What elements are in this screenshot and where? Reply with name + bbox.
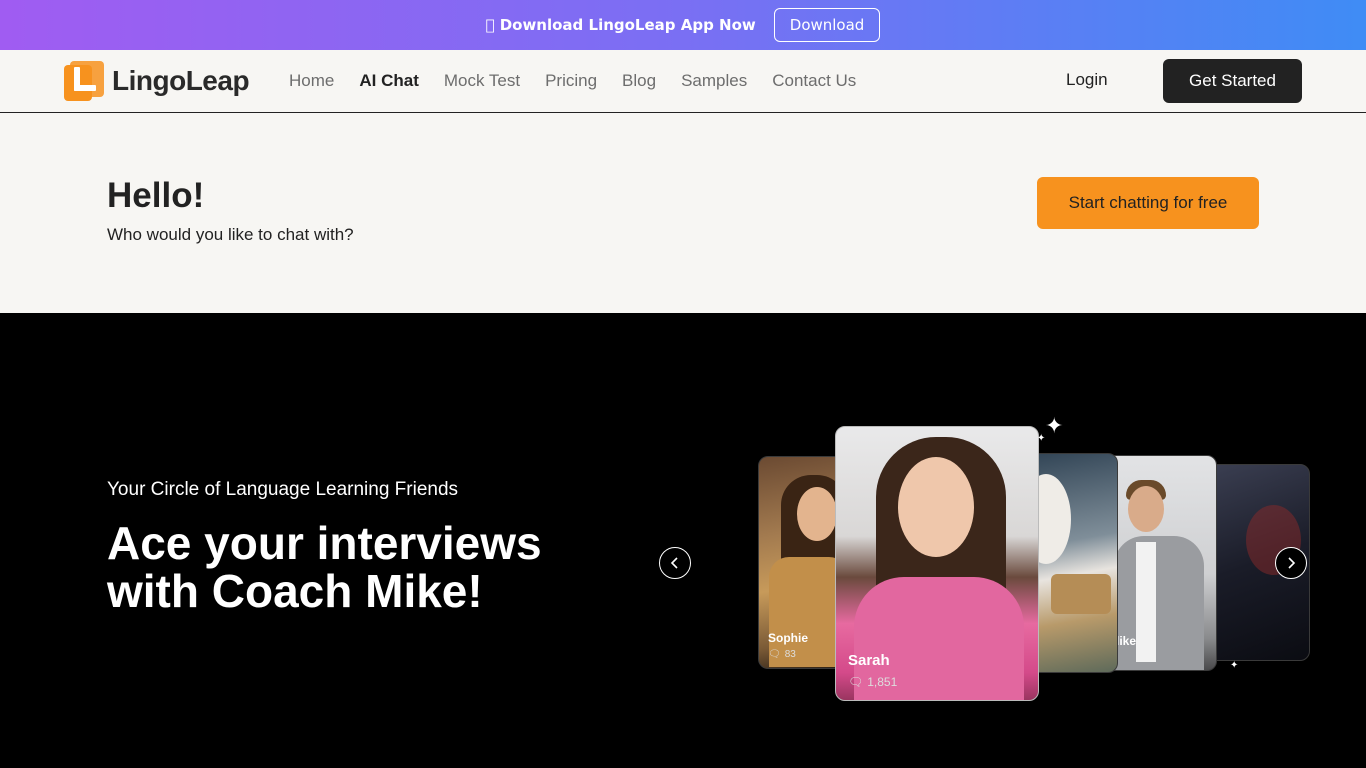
logo-icon	[64, 61, 104, 101]
hero-title: Ace your interviews with Coach Mike!	[107, 517, 542, 617]
banner-message:  Download LingoLeap App Now	[486, 16, 756, 34]
character-card-mike[interactable]: like	[1105, 455, 1217, 671]
hero-kicker: Your Circle of Language Learning Friends	[107, 479, 459, 500]
hero-section: Your Circle of Language Learning Friends…	[0, 313, 1366, 768]
nav-link-mock-test[interactable]: Mock Test	[444, 71, 520, 91]
character-chat-count-sophie: 🗨 83	[768, 649, 796, 660]
character-chat-count-sarah: 🗨 1,851	[848, 675, 898, 689]
chat-bubble-icon: 🗨	[848, 675, 864, 689]
login-link[interactable]: Login	[1066, 70, 1108, 90]
logo-text: LingoLeap	[112, 65, 250, 96]
sparkle-icon: ✦	[1230, 660, 1239, 671]
chevron-right-icon	[1288, 557, 1296, 569]
carousel-next-button[interactable]	[1275, 547, 1307, 579]
top-navigation: LingoLeap Home AI Chat Mock Test Pricing…	[0, 50, 1366, 113]
hello-title: Hello!	[107, 176, 205, 215]
download-button[interactable]: Download	[773, 8, 881, 42]
nav-link-pricing[interactable]: Pricing	[545, 71, 597, 91]
character-name-sarah: Sarah	[848, 652, 890, 669]
sparkle-icon: ✦	[1037, 433, 1046, 444]
character-card-santa[interactable]: a	[1030, 453, 1118, 673]
character-name-sophie: Sophie	[768, 631, 809, 645]
nav-links: Home AI Chat Mock Test Pricing Blog Samp…	[289, 50, 856, 112]
nav-link-home[interactable]: Home	[289, 71, 334, 91]
nav-link-samples[interactable]: Samples	[681, 71, 747, 91]
character-name-mike: like	[1116, 634, 1137, 648]
nav-link-blog[interactable]: Blog	[622, 71, 656, 91]
banner-text: Download LingoLeap App Now	[495, 16, 756, 34]
chat-bubble-icon: 🗨	[768, 649, 781, 660]
apple-icon: 	[486, 16, 495, 34]
carousel-prev-button[interactable]	[659, 547, 691, 579]
character-card-sarah[interactable]: Sarah 🗨 1,851	[835, 426, 1039, 701]
nav-link-contact-us[interactable]: Contact Us	[772, 71, 856, 91]
hello-subtitle: Who would you like to chat with?	[107, 225, 354, 244]
get-started-button[interactable]: Get Started	[1163, 59, 1302, 103]
sparkle-icon: ✦	[1045, 414, 1064, 439]
download-banner:  Download LingoLeap App Now Download	[0, 0, 1366, 50]
start-chatting-button[interactable]: Start chatting for free	[1037, 177, 1259, 229]
nav-link-ai-chat[interactable]: AI Chat	[359, 71, 419, 91]
chevron-left-icon	[670, 557, 678, 569]
logo[interactable]: LingoLeap	[64, 61, 250, 101]
hello-section: Hello! Who would you like to chat with? …	[0, 113, 1366, 313]
